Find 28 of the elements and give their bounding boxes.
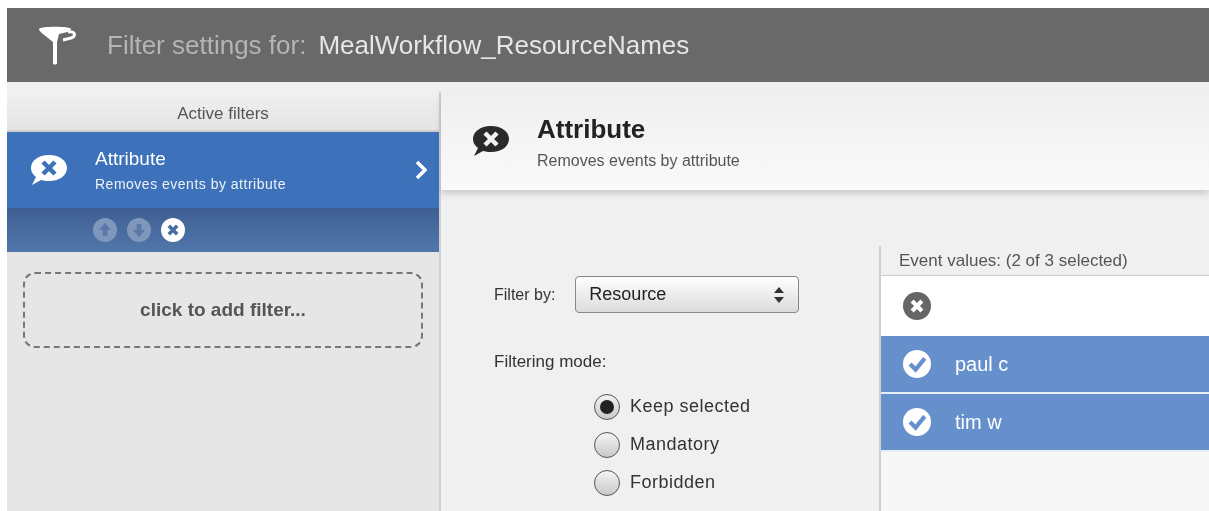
check-icon	[903, 350, 931, 378]
check-icon	[903, 408, 931, 436]
filter-by-select[interactable]: Resource	[575, 276, 800, 313]
radio-button[interactable]	[594, 469, 620, 496]
sidebar-title: Active filters	[177, 102, 269, 125]
add-filter-button[interactable]: click to add filter...	[23, 272, 423, 348]
header-label: Filter settings for:	[107, 28, 307, 62]
header-title: MealWorkflow_ResourceNames	[318, 28, 690, 62]
chevron-right-icon	[415, 160, 427, 180]
radio-option[interactable]: Forbidden	[594, 468, 879, 497]
radio-button[interactable]	[594, 393, 620, 420]
speech-bubble-x-icon	[471, 124, 511, 158]
sort-arrows-icon	[773, 285, 786, 304]
remove-icon[interactable]	[161, 218, 185, 242]
detail-title: Attribute	[537, 112, 647, 146]
clear-icon[interactable]	[903, 292, 931, 320]
radio-button[interactable]	[594, 431, 620, 458]
detail-subtitle: Removes events by attribute	[537, 150, 740, 171]
radio-option[interactable]: Keep selected	[594, 392, 879, 421]
clear-selection-row[interactable]	[881, 276, 1209, 336]
filter-item[interactable]: Attribute Removes events by attribute	[7, 132, 439, 208]
filter-by-label: Filter by:	[494, 284, 556, 305]
event-values-title: Event values: (2 of 3 selected)	[899, 249, 1128, 272]
speech-bubble-x-icon	[29, 153, 69, 187]
filtering-mode-label: Filtering mode:	[494, 351, 608, 373]
filter-title: Attribute	[95, 147, 167, 172]
filter-subtitle: Removes events by attribute	[95, 174, 287, 194]
radio-option[interactable]: Mandatory	[594, 430, 879, 459]
